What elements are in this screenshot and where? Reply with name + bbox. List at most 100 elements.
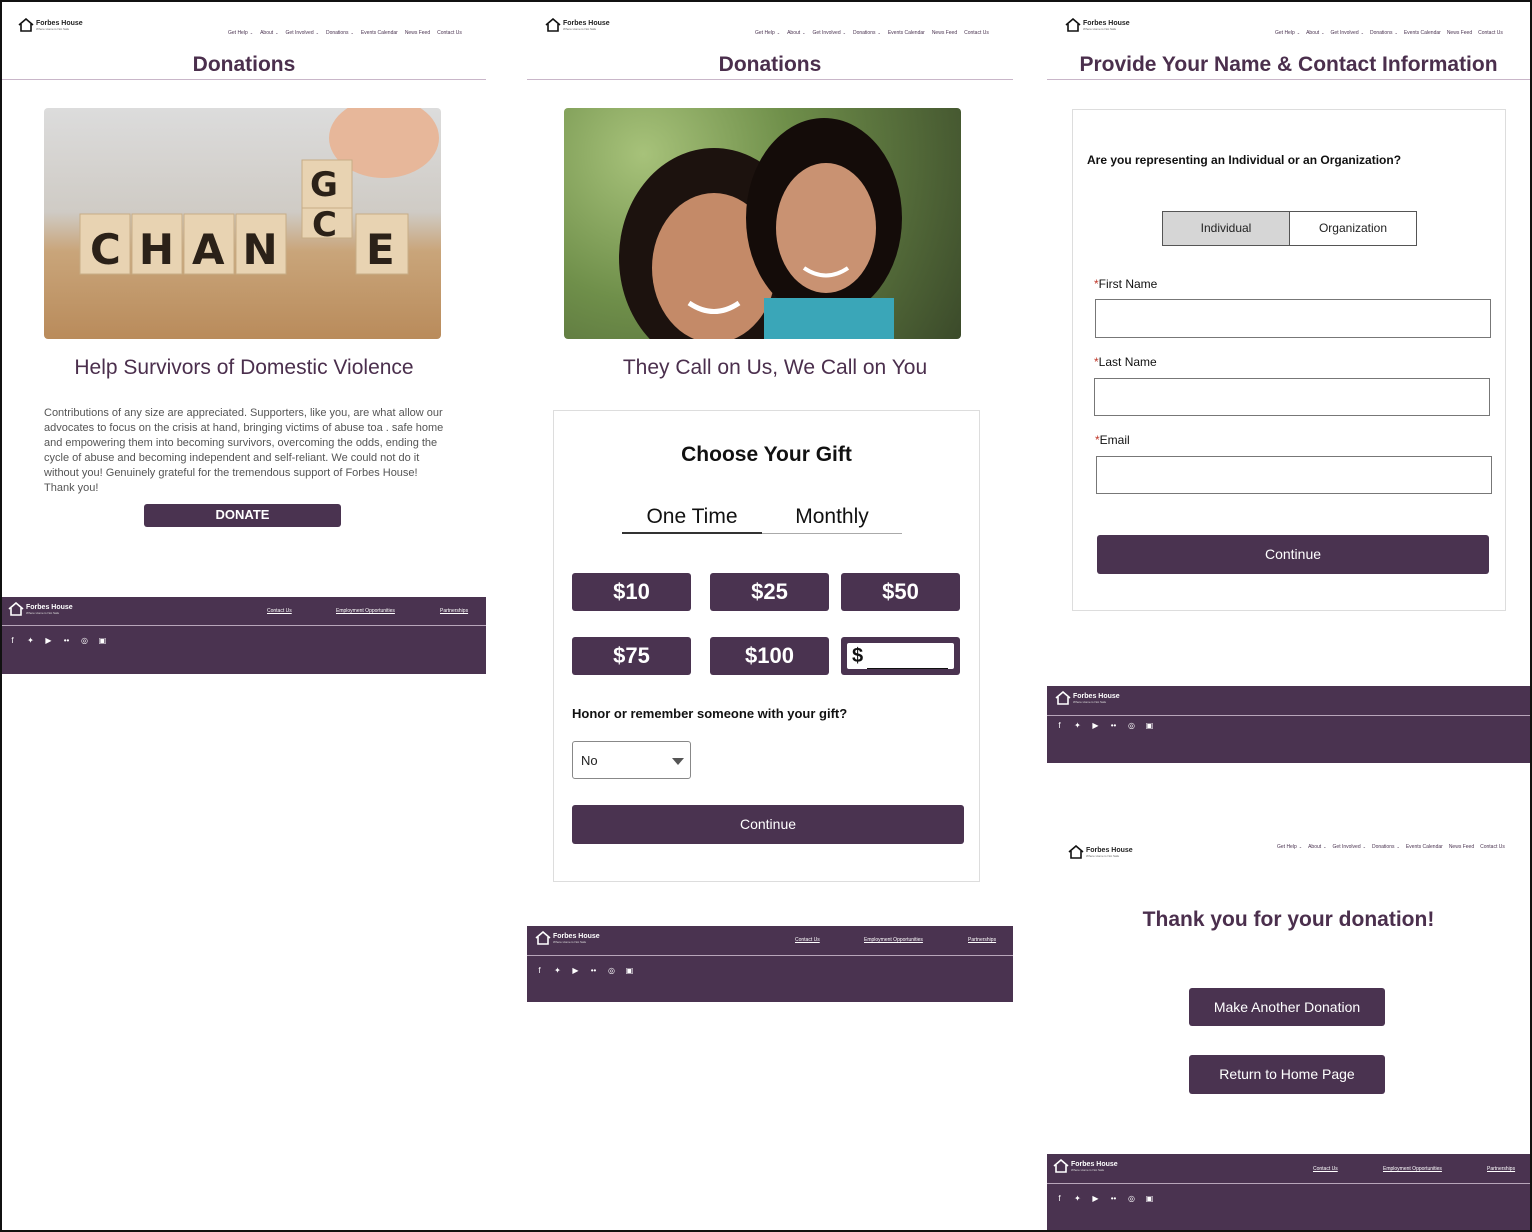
twitter-icon[interactable]: ✦ [1073, 1194, 1082, 1203]
label-text: First Name [1098, 277, 1158, 291]
site-logo[interactable]: Forbes House Where Home is Not Safe [545, 18, 610, 32]
linkedin-icon[interactable]: ▣ [625, 966, 634, 975]
email-field[interactable] [1096, 456, 1492, 494]
brand-tagline: Where Home is Not Safe [1086, 853, 1120, 858]
nav-item-about[interactable]: About ⌄ [1306, 30, 1324, 36]
nav-item-contact-us[interactable]: Contact Us [437, 30, 462, 36]
footer-link-employment[interactable]: Employment Opportunities [336, 608, 395, 614]
youtube-icon[interactable]: ▶ [1091, 721, 1100, 730]
site-logo[interactable]: Forbes House Where Home is Not Safe [1065, 18, 1130, 32]
nav-item-get-help[interactable]: Get Help ⌄ [1275, 30, 1300, 36]
nav-item-get-involved[interactable]: Get Involved ⌄ [1331, 30, 1364, 36]
footer-logo[interactable]: Forbes House Where Home is Not Safe [8, 602, 73, 616]
nav-item-events-calendar[interactable]: Events Calendar [888, 30, 925, 36]
facebook-icon[interactable]: f [1055, 721, 1064, 730]
flickr-icon[interactable]: •• [62, 636, 71, 645]
site-logo[interactable]: Forbes House Where Home is Not Safe [1068, 845, 1133, 859]
thank-you-heading: Thank you for your donation! [1142, 908, 1435, 931]
nav-item-donations[interactable]: Donations ⌄ [853, 30, 881, 36]
continue-button[interactable]: Continue [572, 805, 964, 844]
nav-item-donations[interactable]: Donations ⌄ [326, 30, 354, 36]
facebook-icon[interactable]: f [535, 966, 544, 975]
nav-item-events-calendar[interactable]: Events Calendar [1404, 30, 1441, 36]
twitter-icon[interactable]: ✦ [1073, 721, 1082, 730]
youtube-icon[interactable]: ▶ [44, 636, 53, 645]
footer-link-contact[interactable]: Contact Us [1313, 1166, 1338, 1172]
make-another-donation-button[interactable]: Make Another Donation [1189, 988, 1385, 1026]
footer-logo[interactable]: Forbes House Where Home is Not Safe [1055, 691, 1120, 705]
site-footer: Forbes House Where Home is Not Safe Conta… [527, 926, 1013, 1002]
first-name-field[interactable] [1095, 299, 1491, 338]
instagram-icon[interactable]: ◎ [80, 636, 89, 645]
nav-item-get-involved[interactable]: Get Involved ⌄ [813, 30, 846, 36]
continue-button[interactable]: Continue [1097, 535, 1489, 574]
instagram-icon[interactable]: ◎ [1127, 721, 1136, 730]
flickr-icon[interactable]: •• [1109, 721, 1118, 730]
amount-10-button[interactable]: $10 [572, 573, 691, 611]
panel-choose-gift: Forbes House Where Home is Not Safe Get H… [527, 2, 1013, 1004]
honor-select[interactable]: No [572, 741, 691, 779]
nav-item-get-help[interactable]: Get Help ⌄ [1277, 844, 1302, 850]
nav-item-about[interactable]: About ⌄ [1308, 844, 1326, 850]
nav-item-contact-us[interactable]: Contact Us [1480, 844, 1505, 850]
linkedin-icon[interactable]: ▣ [1145, 1194, 1154, 1203]
twitter-icon[interactable]: ✦ [553, 966, 562, 975]
linkedin-icon[interactable]: ▣ [98, 636, 107, 645]
nav-item-about[interactable]: About ⌄ [787, 30, 805, 36]
custom-amount-input[interactable]: $ [847, 643, 954, 669]
nav-item-donations[interactable]: Donations ⌄ [1372, 844, 1400, 850]
footer-link-employment[interactable]: Employment Opportunities [1383, 1166, 1442, 1172]
last-name-field[interactable] [1094, 378, 1490, 416]
nav-item-events-calendar[interactable]: Events Calendar [361, 30, 398, 36]
amount-75-button[interactable]: $75 [572, 637, 691, 675]
youtube-icon[interactable]: ▶ [1091, 1194, 1100, 1203]
nav-item-get-help[interactable]: Get Help ⌄ [755, 30, 780, 36]
amount-50-button[interactable]: $50 [841, 573, 960, 611]
nav-item-contact-us[interactable]: Contact Us [1478, 30, 1503, 36]
nav-item-get-help[interactable]: Get Help ⌄ [228, 30, 253, 36]
donate-button[interactable]: DONATE [144, 504, 341, 527]
nav-label: About [787, 30, 801, 36]
instagram-icon[interactable]: ◎ [1127, 1194, 1136, 1203]
flickr-icon[interactable]: •• [1109, 1194, 1118, 1203]
facebook-icon[interactable]: f [8, 636, 17, 645]
nav-item-news-feed[interactable]: News Feed [1449, 844, 1474, 850]
footer-link-employment[interactable]: Employment Opportunities [864, 937, 923, 943]
amount-100-button[interactable]: $100 [710, 637, 829, 675]
youtube-icon[interactable]: ▶ [571, 966, 580, 975]
contact-card: Are you representing an Individual or an… [1072, 109, 1506, 611]
nav-item-news-feed[interactable]: News Feed [932, 30, 957, 36]
brand-name: Forbes House [1083, 19, 1130, 27]
option-individual[interactable]: Individual [1162, 211, 1290, 246]
instagram-icon[interactable]: ◎ [607, 966, 616, 975]
custom-amount-field[interactable]: $ [841, 637, 960, 675]
footer-link-contact[interactable]: Contact Us [795, 937, 820, 943]
flickr-icon[interactable]: •• [589, 966, 598, 975]
nav-item-get-involved[interactable]: Get Involved ⌄ [286, 30, 319, 36]
nav-item-donations[interactable]: Donations ⌄ [1370, 30, 1398, 36]
twitter-icon[interactable]: ✦ [26, 636, 35, 645]
footer-link-partnerships[interactable]: Partnerships [968, 937, 996, 943]
site-logo[interactable]: Forbes House Where Home is Not Safe [18, 18, 83, 32]
footer-link-contact[interactable]: Contact Us [267, 608, 292, 614]
footer-logo[interactable]: Forbes House Where Home is Not Safe [535, 931, 600, 945]
last-name-label: *Last Name [1094, 355, 1157, 369]
nav-item-news-feed[interactable]: News Feed [405, 30, 430, 36]
tab-monthly[interactable]: Monthly [762, 505, 902, 534]
amount-25-button[interactable]: $25 [710, 573, 829, 611]
tab-one-time[interactable]: One Time [622, 505, 762, 534]
return-home-button[interactable]: Return to Home Page [1189, 1055, 1385, 1094]
option-organization[interactable]: Organization [1289, 211, 1417, 246]
footer-logo[interactable]: Forbes House Where Home is Not Safe [1053, 1159, 1118, 1173]
nav-item-get-involved[interactable]: Get Involved ⌄ [1333, 844, 1366, 850]
footer-link-partnerships[interactable]: Partnerships [440, 608, 468, 614]
linkedin-icon[interactable]: ▣ [1145, 721, 1154, 730]
footer-link-partnerships[interactable]: Partnerships [1487, 1166, 1515, 1172]
nav-item-about[interactable]: About ⌄ [260, 30, 278, 36]
nav-item-news-feed[interactable]: News Feed [1447, 30, 1472, 36]
nav-item-events-calendar[interactable]: Events Calendar [1406, 844, 1443, 850]
main-nav: Get Help ⌄ About ⌄ Get Involved ⌄ Donations… [228, 30, 462, 36]
facebook-icon[interactable]: f [1055, 1194, 1064, 1203]
social-links: f ✦ ▶ •• ◎ ▣ [535, 966, 634, 975]
nav-item-contact-us[interactable]: Contact Us [964, 30, 989, 36]
